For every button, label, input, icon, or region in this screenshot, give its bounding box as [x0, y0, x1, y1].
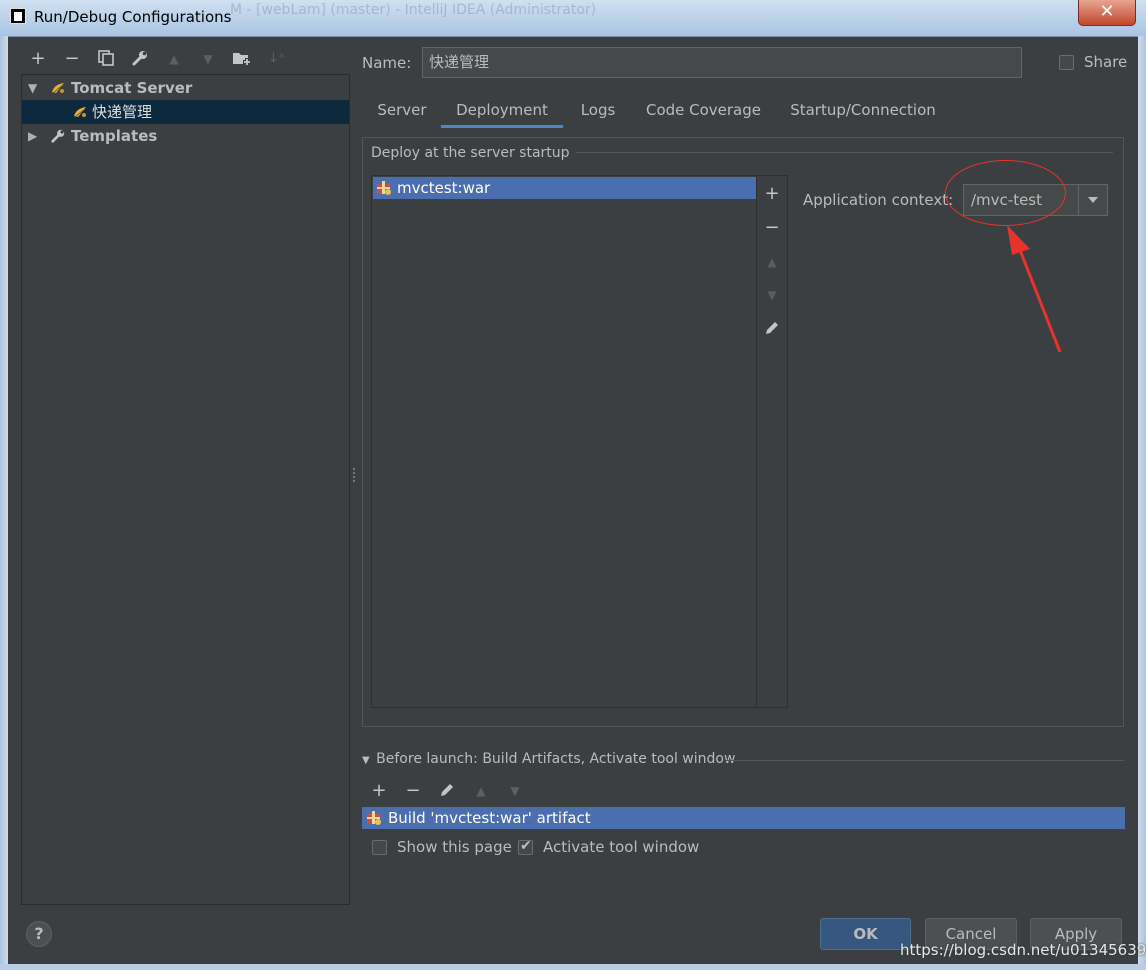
- help-button[interactable]: ?: [26, 921, 52, 947]
- edit-icon[interactable]: [437, 781, 457, 801]
- remove-icon[interactable]: −: [62, 49, 82, 69]
- sort-icon[interactable]: ↓ᵃ: [266, 49, 286, 69]
- configuration-tree: ▼ Tomcat Server 快递管理 ▶ Templates: [21, 74, 350, 905]
- move-down-icon[interactable]: ▼: [505, 781, 525, 801]
- share-label: Share: [1084, 53, 1128, 71]
- add-task-button[interactable]: +: [369, 781, 389, 801]
- tree-item-label: Templates: [71, 127, 158, 145]
- deploy-group-title: Deploy at the server startup: [371, 145, 576, 161]
- activate-tool-window-label: Activate tool window: [543, 838, 700, 856]
- tab-startup-connection[interactable]: Startup/Connection: [784, 98, 942, 128]
- copy-icon[interactable]: [96, 49, 116, 69]
- move-up-icon[interactable]: ▲: [164, 49, 184, 69]
- remove-task-button[interactable]: −: [403, 781, 423, 801]
- close-button[interactable]: ✕: [1078, 0, 1136, 26]
- artifact-icon: [377, 181, 391, 195]
- artifact-list[interactable]: [371, 175, 757, 708]
- window-frame-bottom: [0, 964, 1146, 970]
- add-artifact-button[interactable]: +: [762, 184, 782, 204]
- move-up-icon[interactable]: ▲: [471, 781, 491, 801]
- new-folder-icon[interactable]: [232, 49, 252, 69]
- move-down-icon[interactable]: ▼: [198, 49, 218, 69]
- tab-logs[interactable]: Logs: [574, 98, 622, 128]
- tab-deployment[interactable]: Deployment: [441, 98, 563, 128]
- window-frame-right: [1138, 36, 1146, 970]
- tree-item-label: Tomcat Server: [71, 79, 193, 97]
- tree-item-tomcat-server[interactable]: ▼ Tomcat Server: [22, 76, 349, 100]
- tomcat-icon: [74, 107, 86, 118]
- tree-item-kuaidi-guanli[interactable]: 快递管理: [22, 100, 349, 124]
- watermark: https://blog.csdn.net/u013456390: [900, 941, 1146, 959]
- artifact-label: mvctest:war: [397, 179, 491, 197]
- splitter-handle[interactable]: [352, 466, 356, 486]
- intellij-app-icon: [10, 8, 26, 24]
- collapse-arrow-icon: ▼: [362, 755, 370, 766]
- show-page-label: Show this page: [397, 838, 512, 856]
- tab-server[interactable]: Server: [372, 98, 432, 128]
- add-icon[interactable]: +: [28, 49, 48, 69]
- before-launch-title: Before launch: Build Artifacts, Activate…: [376, 751, 736, 767]
- move-up-icon[interactable]: ▲: [762, 252, 782, 272]
- wrench-icon: [51, 129, 65, 143]
- chevron-down-icon[interactable]: [1078, 185, 1107, 215]
- name-input[interactable]: 快递管理: [422, 47, 1022, 78]
- remove-artifact-button[interactable]: −: [762, 218, 782, 238]
- tab-code-coverage[interactable]: Code Coverage: [640, 98, 767, 128]
- before-launch-header[interactable]: ▼ Before launch: Build Artifacts, Activa…: [362, 751, 735, 767]
- expand-arrow-icon[interactable]: ▶: [28, 124, 37, 148]
- show-page-checkbox[interactable]: [372, 840, 387, 855]
- background-window-title: M - [webLam] (master) - IntelliJ IDEA (A…: [230, 2, 597, 18]
- tree-item-label: 快递管理: [92, 103, 153, 121]
- window-frame-left: [0, 36, 8, 970]
- move-down-icon[interactable]: ▼: [762, 285, 782, 305]
- group-separator: [560, 152, 1113, 153]
- window-title: Run/Debug Configurations: [34, 8, 232, 26]
- artifact-list-item[interactable]: mvctest:war: [373, 177, 756, 199]
- artifact-icon: [367, 811, 381, 825]
- tree-item-templates[interactable]: ▶ Templates: [22, 124, 349, 148]
- before-launch-separator: [726, 760, 1124, 761]
- tomcat-icon: [52, 83, 64, 94]
- activate-tool-window-checkbox[interactable]: [518, 838, 533, 855]
- edit-icon[interactable]: [762, 319, 782, 339]
- application-context-label: Application context:: [803, 191, 954, 209]
- annotation-arrow: [1007, 225, 1062, 353]
- name-label: Name:: [362, 54, 412, 72]
- wrench-icon[interactable]: [130, 49, 150, 69]
- before-launch-task[interactable]: Build 'mvctest:war' artifact: [362, 807, 1125, 829]
- expand-arrow-icon[interactable]: ▼: [28, 76, 37, 100]
- share-checkbox[interactable]: [1059, 55, 1074, 70]
- ok-button[interactable]: OK: [820, 918, 911, 950]
- task-label: Build 'mvctest:war' artifact: [388, 809, 591, 827]
